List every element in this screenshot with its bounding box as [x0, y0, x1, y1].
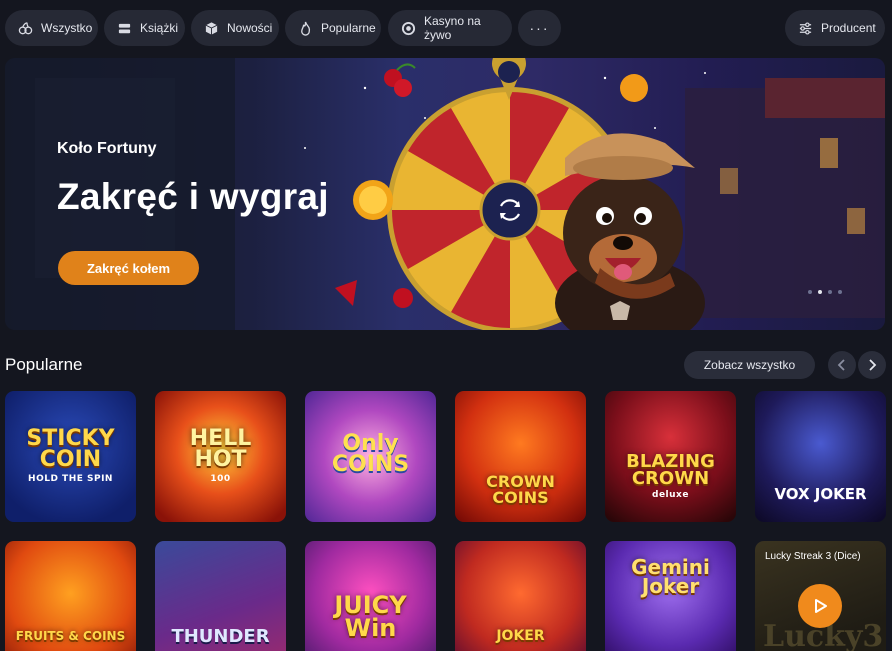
see-all-button[interactable]: Zobacz wszystko: [684, 351, 815, 379]
filter-chip-new[interactable]: Nowości: [191, 10, 279, 46]
game-title: THUNDER: [171, 625, 270, 647]
filter-chip-label: Kasyno na żywo: [424, 14, 481, 42]
carousel-dots: [808, 290, 842, 294]
books-icon: [118, 23, 131, 33]
filter-chip-label: Wszystko: [41, 21, 93, 35]
filter-chip-label: Popularne: [321, 21, 376, 35]
live-game-label: Lucky Streak 3 (Dice): [765, 551, 861, 562]
game-tile-blazing-crown[interactable]: BLAZING CROWN deluxe: [605, 391, 736, 522]
carousel-dot[interactable]: [828, 290, 832, 294]
game-tile-juicy-win[interactable]: JUICY Win: [305, 541, 436, 651]
producer-filter-button[interactable]: Producent: [785, 10, 885, 46]
game-tile-hell-hot[interactable]: HELL HOT 100: [155, 391, 286, 522]
fire-icon: [301, 21, 311, 36]
game-tile-thunder[interactable]: THUNDER: [155, 541, 286, 651]
more-filters-button[interactable]: ···: [518, 10, 561, 46]
hero-subtitle: Koło Fortuny: [57, 140, 157, 157]
carousel-dot[interactable]: [808, 290, 812, 294]
game-title: JOKER: [496, 627, 545, 644]
play-button[interactable]: [798, 584, 842, 628]
game-title: CROWN COINS: [486, 472, 555, 507]
carousel-dot-active[interactable]: [818, 290, 822, 294]
game-tile-gemini-joker[interactable]: Gemini Joker: [605, 541, 736, 651]
more-icon: ···: [529, 20, 550, 36]
filter-chip-all[interactable]: Wszystko: [5, 10, 98, 46]
section-title-popular: Popularne: [5, 355, 83, 374]
promo-banner[interactable]: Koło Fortuny Zakręć i wygraj Zakręć kołe…: [5, 58, 885, 330]
game-tile-fruits-coins[interactable]: FRUITS & COINS: [5, 541, 136, 651]
filter-chip-label: Książki: [140, 21, 179, 35]
fruit-icon: [18, 21, 33, 34]
hero-title: Zakręć i wygraj: [57, 176, 329, 217]
game-tile-vox-joker[interactable]: VOX JOKER: [755, 391, 886, 522]
spin-wheel-button[interactable]: Zakręć kołem: [58, 251, 199, 285]
game-title: STICKY COIN HOLD THE SPIN: [26, 426, 115, 485]
play-icon: [815, 599, 827, 613]
game-title: JUICY Win: [334, 590, 407, 642]
box-icon: [205, 21, 218, 35]
game-tile-crown-coins[interactable]: CROWN COINS: [455, 391, 586, 522]
sliders-icon: [799, 21, 812, 35]
filter-chip-live-casino[interactable]: Kasyno na żywo: [388, 10, 512, 46]
game-title: VOX JOKER: [774, 485, 867, 504]
chip-icon: [401, 21, 416, 35]
filter-chip-popular[interactable]: Popularne: [285, 10, 381, 46]
game-title: Gemini Joker: [631, 554, 710, 598]
carousel-dot[interactable]: [838, 290, 842, 294]
game-title: Only COINS: [331, 430, 410, 477]
game-title: HELL HOT 100: [189, 426, 252, 485]
filter-chip-label: Nowości: [227, 21, 273, 35]
category-filter-bar: Wszystko Książki Nowości Popularne Kasyn…: [0, 0, 892, 56]
game-tile-joker[interactable]: JOKER: [455, 541, 586, 651]
game-title: BLAZING CROWN deluxe: [626, 451, 715, 501]
filter-chip-books[interactable]: Książki: [104, 10, 185, 46]
chevron-right-icon: [869, 359, 877, 371]
game-tile-lucky-streak-3[interactable]: Lucky Streak 3 (Dice) Lucky3: [755, 541, 886, 651]
carousel-prev-button[interactable]: [828, 351, 856, 379]
game-tile-sticky-coin[interactable]: STICKY COIN HOLD THE SPIN: [5, 391, 136, 522]
chevron-left-icon: [837, 359, 845, 371]
carousel-next-button[interactable]: [858, 351, 886, 379]
producer-label: Producent: [821, 21, 876, 35]
game-tile-only-coins[interactable]: Only COINS: [305, 391, 436, 522]
game-title: FRUITS & COINS: [15, 628, 126, 643]
